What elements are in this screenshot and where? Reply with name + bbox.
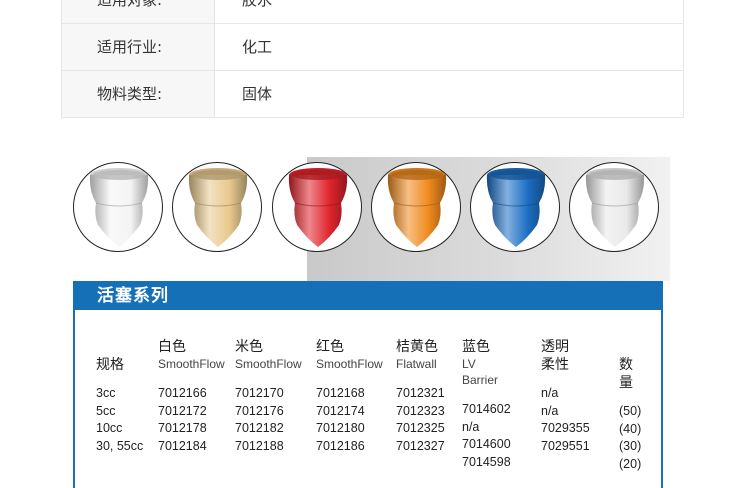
attribute-value: 胶水 bbox=[242, 0, 273, 9]
column-header: 蓝色 bbox=[462, 339, 490, 355]
table-cell: 7012321 bbox=[396, 386, 445, 400]
table-cell: 7029551 bbox=[541, 438, 590, 453]
attribute-row: 适用行业: 化工 bbox=[62, 23, 683, 70]
attribute-table: 适用对象: 胶水 适用行业: 化工 物料类型: 固体 bbox=[61, 0, 684, 118]
column-header: 透明 bbox=[541, 339, 569, 355]
column-header: 规格 bbox=[96, 357, 124, 373]
table-cell: (30) bbox=[619, 439, 642, 453]
attribute-value: 固体 bbox=[242, 85, 273, 103]
table-cell: 7012325 bbox=[396, 421, 445, 435]
table-cell: n/a bbox=[541, 386, 559, 400]
product-image-panel bbox=[73, 157, 670, 281]
table-cell: 7012184 bbox=[158, 438, 207, 453]
column-header: 白色 bbox=[158, 339, 186, 355]
table-cell: 5cc bbox=[96, 403, 116, 418]
column-subheader: Flatwall bbox=[396, 357, 437, 371]
table-cell: n/a bbox=[541, 403, 559, 418]
table-cell: 7012176 bbox=[235, 403, 284, 418]
column-header: 红色 bbox=[316, 339, 344, 355]
spec-column-red: 红色 SmoothFlow 7012168 7012174 7012180 70… bbox=[316, 338, 383, 455]
table-cell: 7012188 bbox=[235, 438, 284, 453]
spec-column-quantity: 数量 (50) (40) (30) (20) bbox=[619, 338, 641, 473]
column-subheader: SmoothFlow bbox=[158, 357, 225, 371]
column-subheader: LV Barrier bbox=[462, 357, 499, 387]
column-subheader: 柔性 bbox=[541, 357, 569, 373]
table-cell: 7014598 bbox=[462, 454, 511, 469]
table-cell: (40) bbox=[619, 421, 642, 436]
piston-orange-image bbox=[371, 162, 461, 252]
table-cell: (20) bbox=[619, 456, 642, 471]
spec-column-white: 白色 SmoothFlow 7012166 7012172 7012178 70… bbox=[158, 338, 225, 455]
column-header: 米色 bbox=[235, 339, 263, 355]
piston-clear-image bbox=[569, 162, 659, 252]
table-cell: 7012323 bbox=[396, 403, 445, 418]
table-cell: 7012166 bbox=[158, 386, 207, 400]
table-cell: 7012178 bbox=[158, 421, 207, 435]
table-cell: 7012168 bbox=[316, 386, 365, 400]
attribute-row: 物料类型: 固体 bbox=[62, 70, 683, 117]
column-header: 数量 bbox=[619, 357, 633, 391]
table-cell: 7029355 bbox=[541, 421, 590, 435]
attribute-row: 适用对象: 胶水 bbox=[62, 0, 683, 23]
attribute-key: 适用对象: bbox=[62, 0, 215, 23]
attribute-key: 物料类型: bbox=[62, 71, 215, 117]
spec-column-beige: 米色 SmoothFlow 7012170 7012176 7012182 70… bbox=[235, 338, 302, 455]
column-header: 桔黄色 bbox=[396, 339, 438, 355]
spec-column-orange: 桔黄色 Flatwall 7012321 7012323 7012325 701… bbox=[396, 338, 445, 455]
table-cell: n/a bbox=[462, 419, 480, 434]
table-cell: 7012180 bbox=[316, 421, 365, 435]
table-cell: 3cc bbox=[96, 386, 116, 400]
table-cell: 7012182 bbox=[235, 421, 284, 435]
spec-column-blue: 蓝色 LV Barrier 7014602 n/a 7014600 701459… bbox=[462, 338, 511, 471]
table-cell: 7012170 bbox=[235, 386, 284, 400]
piston-blue-image bbox=[470, 162, 560, 252]
table-cell: 30, 55cc bbox=[96, 438, 144, 453]
attribute-key: 适用行业: bbox=[62, 24, 215, 70]
table-cell: 10cc bbox=[96, 421, 123, 435]
spec-column-clear: 透明 柔性 n/a n/a 7029355 7029551 bbox=[541, 338, 590, 455]
column-subheader: SmoothFlow bbox=[235, 357, 302, 371]
piston-red-image bbox=[272, 162, 362, 252]
table-cell: 7014602 bbox=[462, 402, 511, 416]
series-title: 活塞系列 bbox=[73, 281, 663, 310]
table-cell: 7012186 bbox=[316, 438, 365, 453]
column-subheader: SmoothFlow bbox=[316, 357, 383, 371]
table-cell: 7012172 bbox=[158, 403, 207, 418]
table-cell: 7012327 bbox=[396, 438, 445, 453]
piston-white-image bbox=[73, 162, 163, 252]
table-cell: (50) bbox=[619, 404, 642, 418]
piston-beige-image bbox=[172, 162, 262, 252]
table-cell: 7012174 bbox=[316, 403, 365, 418]
attribute-value: 化工 bbox=[242, 38, 273, 56]
table-cell: 7014600 bbox=[462, 437, 511, 451]
spec-column-size: 规格 3cc 5cc 10cc 30, 55cc bbox=[96, 338, 143, 455]
